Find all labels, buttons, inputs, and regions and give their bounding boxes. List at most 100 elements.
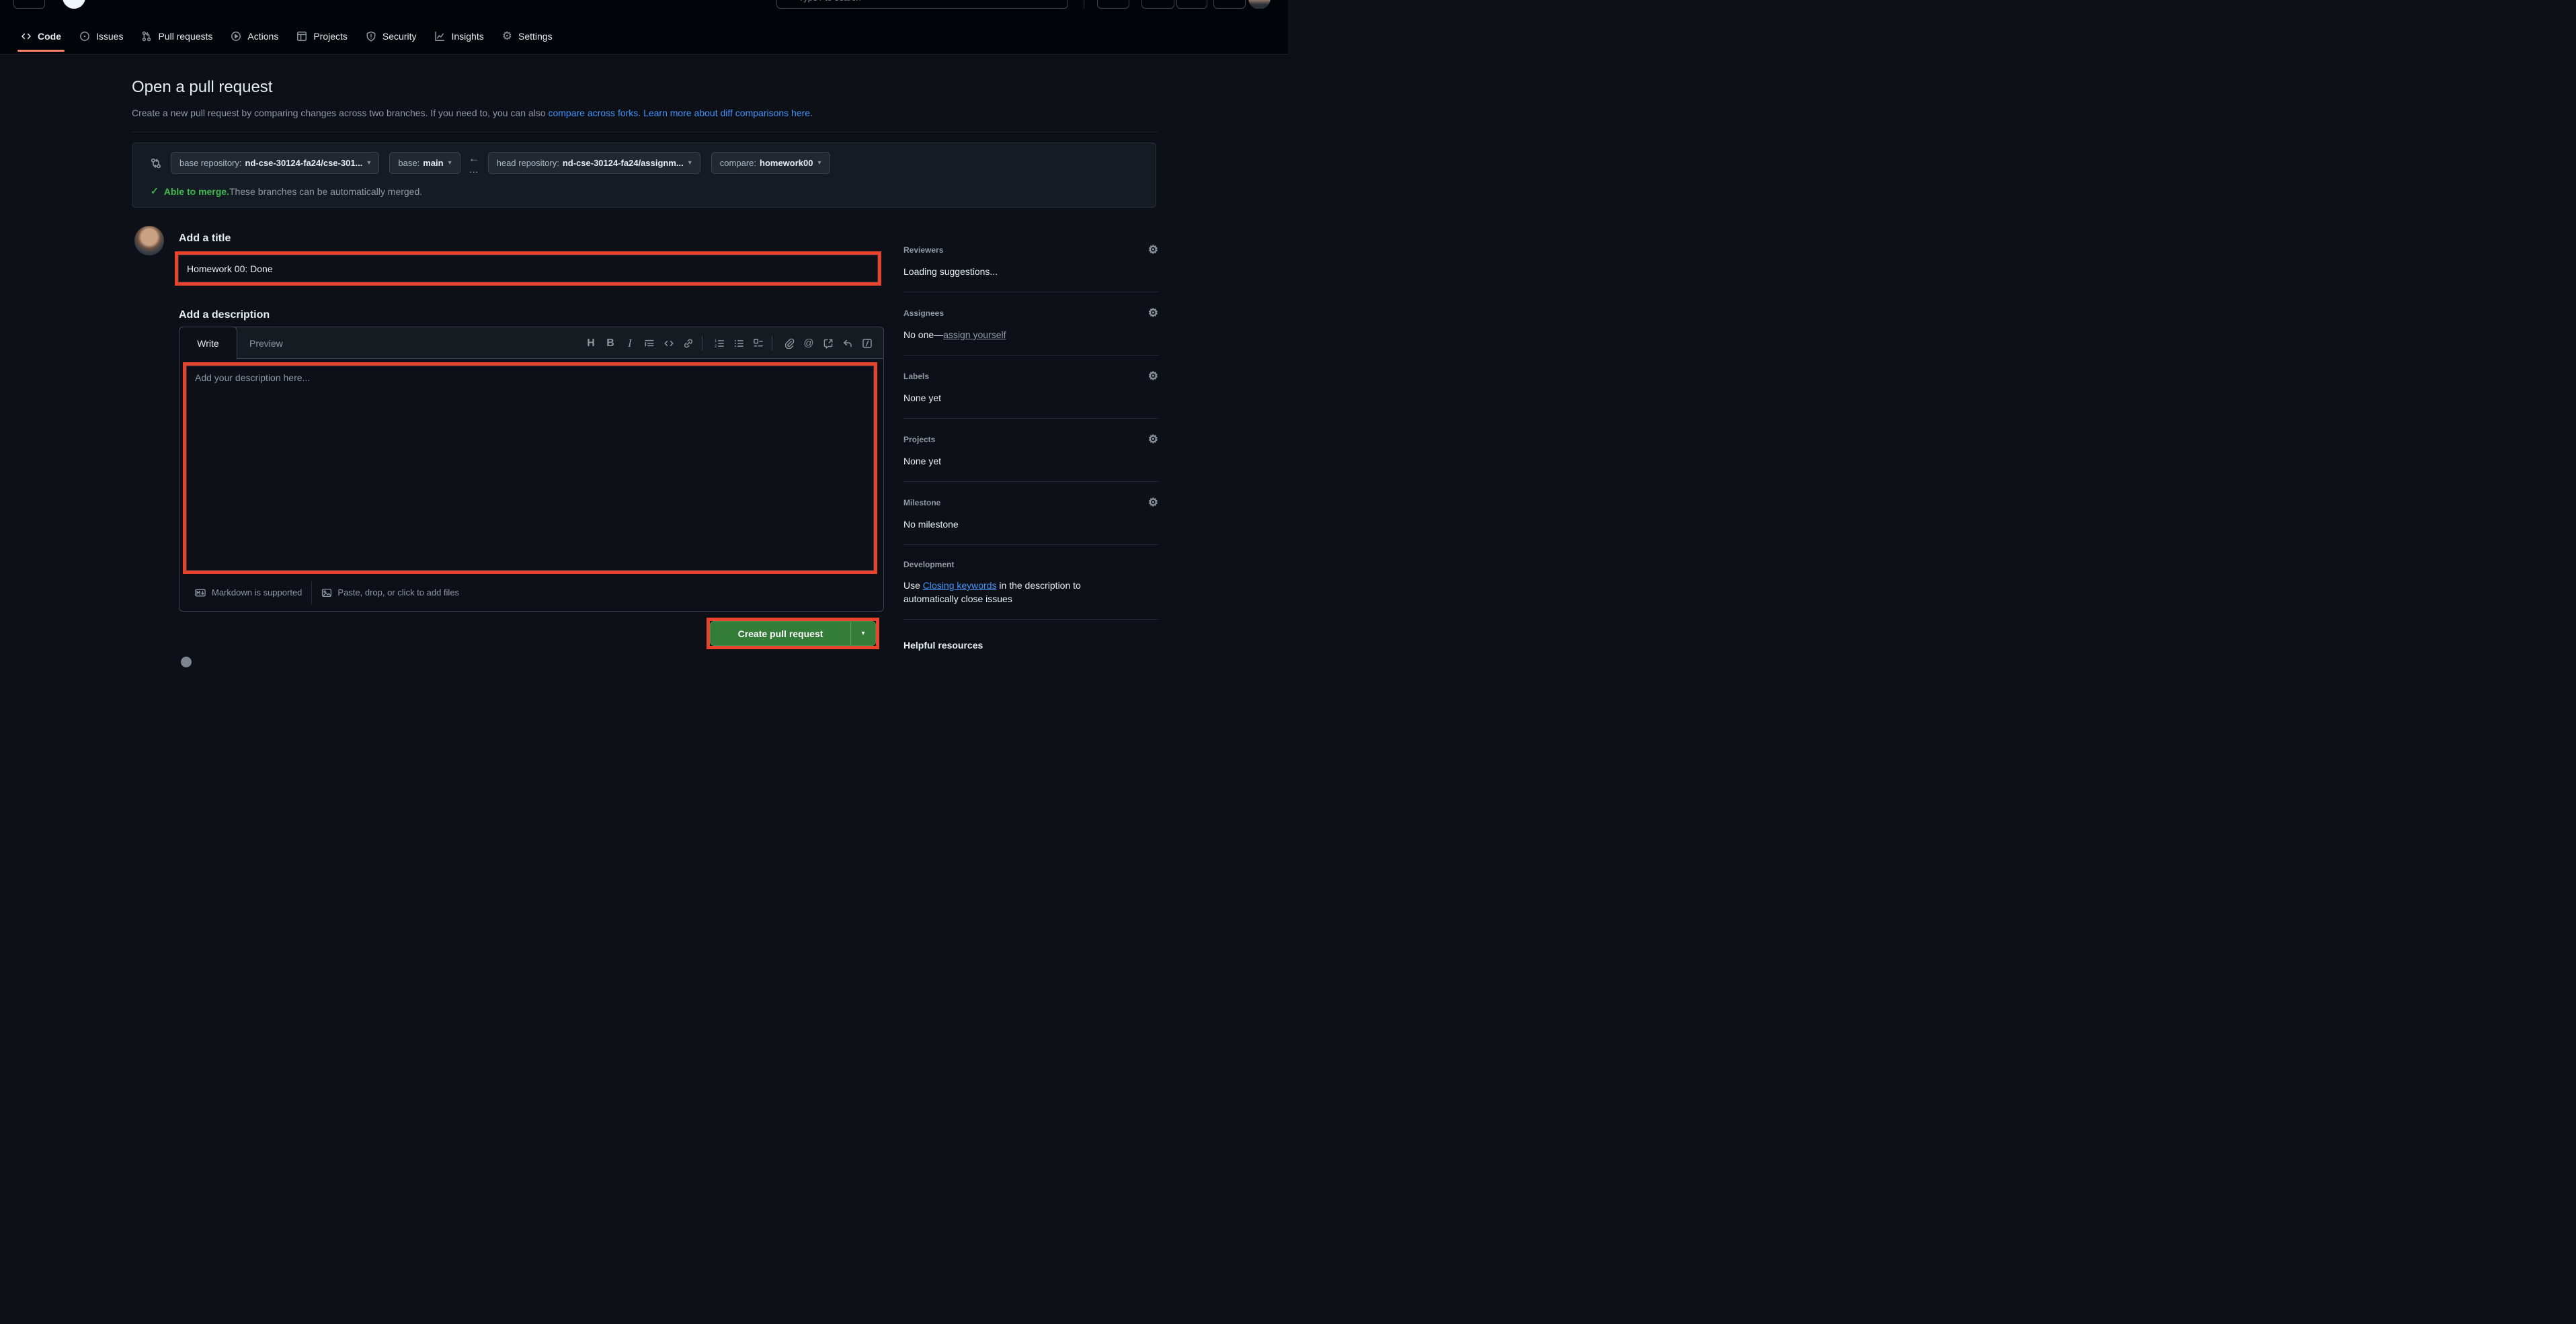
reply-icon[interactable] (840, 335, 856, 351)
tab-preview[interactable]: Preview (249, 327, 283, 359)
closing-keywords-link[interactable]: Closing keywords (923, 580, 997, 591)
git-pull-request-icon (141, 31, 152, 42)
head-repository-dropdown[interactable]: head repository:nd-cse-30124-fa24/assign… (488, 152, 700, 174)
compare-branch-dropdown[interactable]: compare:homework00▾ (711, 152, 830, 174)
copilot-button[interactable] (1097, 0, 1129, 9)
create-options-dropdown[interactable]: ▾ (851, 622, 875, 645)
repo-tab-nav: Code Issues Pull requests Actions Projec… (0, 9, 1288, 54)
svg-text:2: 2 (715, 345, 717, 349)
compare-across-forks-link[interactable]: compare across forks (548, 108, 638, 118)
tab-label: Actions (247, 31, 278, 42)
slash-command-icon[interactable] (859, 335, 875, 351)
create-pull-request-label: Create pull request (711, 622, 850, 645)
hamburger-menu-button[interactable] (13, 0, 45, 9)
create-new-button[interactable] (1141, 0, 1174, 9)
mention-icon[interactable]: @ (801, 335, 817, 351)
milestone-title: Milestone (903, 498, 940, 507)
paste-note: Paste, drop, or click to add files (337, 587, 459, 597)
user-avatar[interactable] (1248, 0, 1271, 9)
dropdown-value: nd-cse-30124-fa24/assignm... (563, 158, 684, 168)
heading-icon[interactable]: H (583, 335, 599, 351)
dropdown-label: compare: (720, 158, 756, 168)
tab-insights[interactable]: Insights (427, 23, 491, 50)
title-input[interactable] (178, 255, 878, 282)
description-editor: Write Preview H B I 12 @ Markdown is sup… (179, 327, 884, 612)
tab-label: Issues (96, 31, 123, 42)
shield-icon (366, 31, 376, 42)
quote-icon[interactable] (641, 335, 657, 351)
chevron-down-icon: ▾ (817, 159, 821, 167)
tab-label: Pull requests (158, 31, 212, 42)
chevron-down-icon: ▾ (448, 159, 452, 167)
markdown-supported[interactable]: Markdown is supported (185, 581, 311, 604)
tab-label: Insights (451, 31, 483, 42)
assignees-title: Assignees (903, 308, 944, 318)
dropdown-value: nd-cse-30124-fa24/cse-301... (245, 158, 363, 168)
development-title: Development (903, 560, 954, 569)
italic-icon[interactable]: I (622, 335, 638, 351)
tab-security[interactable]: Security (358, 23, 424, 50)
issue-opened-icon (79, 31, 90, 42)
pull-requests-header-button[interactable] (1213, 0, 1246, 9)
github-logo-icon[interactable] (63, 0, 85, 9)
chevron-down-icon: ▾ (688, 159, 692, 167)
bold-icon[interactable]: B (602, 335, 618, 351)
compare-direction: ←… (469, 153, 480, 174)
markdown-note: Markdown is supported (212, 587, 302, 597)
cross-reference-icon[interactable] (820, 335, 836, 351)
description-annotation-box (183, 362, 877, 574)
tab-code[interactable]: Code (13, 23, 69, 50)
title-annotation-box (175, 251, 881, 286)
svg-text:1: 1 (715, 339, 717, 343)
create-pull-request-button[interactable]: Create pull request ▾ (710, 621, 876, 646)
assignees-section: Assignees ⚙ No one—assign yourself (903, 292, 1158, 356)
editor-footer: Markdown is supported Paste, drop, or cl… (179, 574, 883, 611)
projects-content: None yet (903, 454, 1158, 468)
labels-content: None yet (903, 391, 1158, 405)
tab-projects[interactable]: Projects (289, 23, 355, 50)
tab-write[interactable]: Write (179, 327, 237, 360)
labels-title: Labels (903, 372, 929, 381)
reviewers-section: Reviewers⚙ Loading suggestions... (903, 244, 1158, 292)
gear-icon[interactable]: ⚙ (1148, 370, 1158, 382)
code-icon[interactable] (661, 335, 677, 351)
kebab-icon: … (469, 165, 479, 174)
merge-status: ✓ Able to merge. These branches can be a… (151, 185, 422, 197)
link-icon[interactable] (680, 335, 696, 351)
graph-icon (434, 31, 445, 42)
gear-icon[interactable]: ⚙ (1148, 307, 1158, 319)
unordered-list-icon[interactable] (731, 335, 747, 351)
tab-pull-requests[interactable]: Pull requests (134, 23, 220, 50)
dropdown-label: base: (398, 158, 419, 168)
tab-actions[interactable]: Actions (223, 23, 286, 50)
tab-issues[interactable]: Issues (72, 23, 130, 50)
tab-label: Settings (518, 31, 553, 42)
description-textarea[interactable] (186, 366, 874, 571)
subtitle-text: . (810, 108, 813, 118)
attach-file-icon[interactable] (781, 335, 797, 351)
dropdown-label: base repository: (179, 158, 242, 168)
ordered-list-icon[interactable]: 12 (711, 335, 727, 351)
tasklist-icon[interactable] (750, 335, 766, 351)
assignees-content: No one— (903, 329, 943, 340)
tab-label: Security (383, 31, 417, 42)
paste-drop-upload[interactable]: Paste, drop, or click to add files (312, 581, 469, 604)
arrow-left-icon: ← (469, 153, 480, 164)
search-placeholder: Type / to search (799, 0, 861, 3)
gear-icon[interactable]: ⚙ (1148, 497, 1158, 508)
base-repository-dropdown[interactable]: base repository:nd-cse-30124-fa24/cse-30… (171, 152, 379, 174)
base-branch-dropdown[interactable]: base:main▾ (389, 152, 460, 174)
issues-header-button[interactable] (1176, 0, 1207, 9)
pr-sidebar: Reviewers⚙ Loading suggestions... Assign… (903, 244, 1158, 664)
play-circle-icon (231, 31, 241, 42)
gear-icon: ⚙ (502, 30, 512, 42)
assign-yourself-link[interactable]: assign yourself (943, 329, 1006, 340)
milestone-section: Milestone⚙ No milestone (903, 482, 1158, 545)
gear-icon[interactable]: ⚙ (1148, 433, 1158, 445)
gear-icon[interactable]: ⚙ (1148, 244, 1158, 255)
app-header: Type / to search (0, 0, 1288, 9)
tab-settings[interactable]: ⚙ Settings (495, 23, 560, 50)
diff-comparisons-link[interactable]: Learn more about diff comparisons here (643, 108, 810, 118)
search-input[interactable]: Type / to search (776, 0, 1068, 9)
merge-status-text: These branches can be automatically merg… (229, 186, 422, 197)
